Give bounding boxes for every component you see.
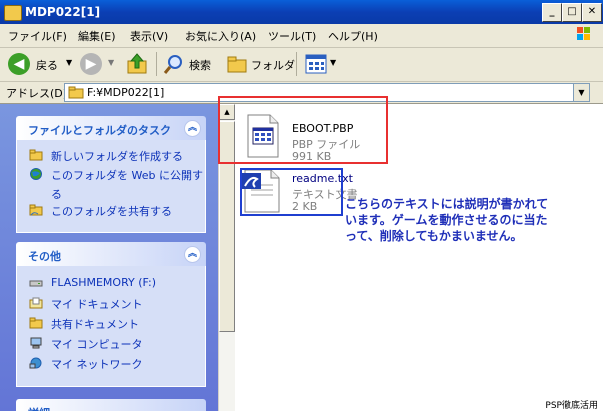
place-label: マイ ネットワーク bbox=[51, 358, 143, 371]
globe-icon bbox=[30, 168, 42, 180]
task-new-folder[interactable]: 新しいフォルダを作成する bbox=[17, 146, 205, 165]
views-icon[interactable] bbox=[305, 54, 327, 74]
place-my-documents[interactable]: マイ ドキュメント bbox=[17, 294, 205, 314]
address-label: アドレス(D) bbox=[6, 87, 68, 100]
panel-title: 詳細 bbox=[28, 405, 50, 411]
title-bar: MDP022[1] _ □ ✕ bbox=[0, 0, 603, 24]
search-icon[interactable] bbox=[163, 53, 185, 75]
collapse-chevron-icon[interactable]: ︽ bbox=[184, 120, 201, 137]
windows-logo-icon bbox=[577, 27, 590, 40]
collapse-chevron-icon[interactable]: ︽ bbox=[184, 246, 201, 263]
toolbar: ◀ 戻る ▼ ▶ ▼ 検索 フォルダ ▼ bbox=[0, 48, 603, 82]
menu-edit[interactable]: 編集(E) bbox=[78, 28, 116, 44]
file-folder-tasks-panel: ファイルとフォルダのタスク ︽ 新しいフォルダを作成する このフォルダを Web… bbox=[16, 116, 206, 233]
my-documents-icon bbox=[29, 297, 43, 309]
menu-file[interactable]: ファイル(F) bbox=[8, 28, 67, 44]
panel-header[interactable]: その他 ︽ bbox=[16, 242, 206, 266]
back-arrow-icon[interactable]: ◀ bbox=[8, 53, 30, 75]
menu-help[interactable]: ヘルプ(H) bbox=[328, 28, 378, 44]
back-dropdown-icon[interactable]: ▼ bbox=[66, 58, 72, 67]
shared-documents-icon bbox=[29, 317, 43, 329]
toolbar-separator bbox=[296, 52, 297, 76]
readme-highlight-box bbox=[240, 168, 343, 216]
task-publish-web[interactable]: このフォルダを Web に公開す bbox=[17, 165, 205, 184]
folder-icon bbox=[4, 5, 22, 21]
eboot-highlight-box bbox=[218, 96, 388, 164]
folders-icon[interactable] bbox=[226, 54, 248, 74]
panel-body: 新しいフォルダを作成する このフォルダを Web に公開す る このフォルダを共… bbox=[16, 140, 206, 233]
panel-header[interactable]: 詳細 bbox=[16, 399, 206, 411]
address-dropdown-button[interactable]: ▼ bbox=[573, 84, 589, 101]
menu-bar: ファイル(F) 編集(E) 表示(V) お気に入り(A) ツール(T) ヘルプ(… bbox=[0, 24, 603, 48]
new-folder-icon bbox=[29, 149, 43, 161]
place-label: マイ コンピュータ bbox=[51, 338, 143, 351]
minimize-button[interactable]: _ bbox=[542, 3, 562, 22]
folders-button-label[interactable]: フォルダ bbox=[251, 57, 295, 73]
place-label: マイ ドキュメント bbox=[51, 298, 143, 311]
folder-icon bbox=[68, 86, 84, 99]
task-label: る bbox=[51, 188, 62, 201]
views-dropdown-icon[interactable]: ▼ bbox=[330, 58, 336, 67]
my-computer-icon bbox=[30, 337, 42, 349]
menu-view[interactable]: 表示(V) bbox=[130, 28, 168, 44]
place-flashmemory[interactable]: FLASHMEMORY (F:) bbox=[17, 274, 205, 294]
forward-arrow-icon[interactable]: ▶ bbox=[80, 53, 102, 75]
place-label: 共有ドキュメント bbox=[51, 318, 139, 331]
details-panel: 詳細 bbox=[16, 399, 206, 411]
shared-folder-icon bbox=[29, 204, 43, 216]
panel-header[interactable]: ファイルとフォルダのタスク ︽ bbox=[16, 116, 206, 140]
task-label: 新しいフォルダを作成する bbox=[51, 150, 183, 163]
close-button[interactable]: ✕ bbox=[582, 3, 602, 22]
task-label: このフォルダを Web に公開す bbox=[51, 169, 203, 182]
panel-title: その他 bbox=[28, 250, 61, 263]
window-title: MDP022[1] bbox=[25, 5, 101, 19]
credit-text: PSP徹底活用 bbox=[543, 398, 600, 411]
task-share-folder[interactable]: このフォルダを共有する bbox=[17, 201, 205, 220]
place-label: FLASHMEMORY (F:) bbox=[51, 276, 156, 289]
forward-dropdown-icon[interactable]: ▼ bbox=[108, 58, 114, 67]
task-publish-web-continued[interactable]: る bbox=[17, 184, 205, 201]
place-my-computer[interactable]: マイ コンピュータ bbox=[17, 334, 205, 354]
panel-body: FLASHMEMORY (F:) マイ ドキュメント 共有ドキュメント マイ コ… bbox=[16, 266, 206, 387]
annotation-line: って、削除してもかまいません。 bbox=[345, 229, 523, 243]
back-button-label[interactable]: 戻る bbox=[36, 57, 58, 73]
maximize-button[interactable]: □ bbox=[562, 3, 582, 22]
menu-tools[interactable]: ツール(T) bbox=[268, 28, 316, 44]
task-label: このフォルダを共有する bbox=[51, 205, 172, 218]
annotation-line: こちらのテキストには説明が書かれて bbox=[345, 197, 549, 211]
readme-annotation: こちらのテキストには説明が書かれて います。ゲームを動作させるのに当た って、削… bbox=[345, 196, 595, 244]
up-folder-icon[interactable] bbox=[126, 52, 150, 76]
my-network-icon bbox=[29, 357, 42, 369]
search-button-label[interactable]: 検索 bbox=[189, 57, 211, 73]
toolbar-separator bbox=[156, 52, 157, 76]
menu-favorites[interactable]: お気に入り(A) bbox=[185, 28, 256, 44]
place-shared-documents[interactable]: 共有ドキュメント bbox=[17, 314, 205, 334]
place-my-network[interactable]: マイ ネットワーク bbox=[17, 354, 205, 374]
annotation-line: います。ゲームを動作させるのに当た bbox=[345, 213, 548, 227]
panel-title: ファイルとフォルダのタスク bbox=[28, 124, 171, 137]
other-places-panel: その他 ︽ FLASHMEMORY (F:) マイ ドキュメント 共有ドキュメン… bbox=[16, 242, 206, 387]
address-path: F:¥MDP022[1] bbox=[87, 86, 165, 99]
task-pane: ファイルとフォルダのタスク ︽ 新しいフォルダを作成する このフォルダを Web… bbox=[0, 104, 234, 411]
drive-icon bbox=[29, 280, 43, 287]
